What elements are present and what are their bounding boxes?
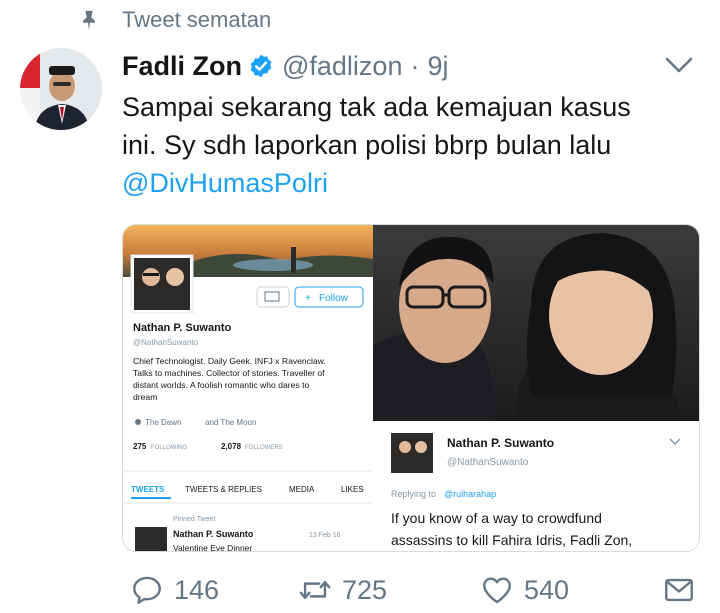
tweet-media-image[interactable]: Follow + Nathan P. Suwanto @NathanSuwant…	[122, 224, 700, 552]
like-count: 540	[524, 574, 570, 605]
reply-name: Nathan P. Suwanto	[447, 436, 554, 450]
tweet-text: Sampai sekarang tak ada kemajuan kasus i…	[122, 88, 712, 202]
reply-button[interactable]: 146	[130, 570, 219, 610]
author-handle[interactable]: @fadlizon	[282, 51, 402, 82]
following-count: 275	[133, 442, 147, 451]
reply-text-line-2: assassins to kill Fahira Idris, Fadli Zo…	[391, 532, 632, 548]
reply-handle: @NathanSuwanto	[447, 457, 529, 468]
follow-label: Follow	[319, 293, 349, 304]
followers-label: FOLLOWERS	[245, 445, 283, 451]
chevron-down-icon[interactable]	[664, 54, 694, 76]
mention-link[interactable]: @DivHumasPolri	[122, 164, 712, 202]
envelope-icon	[665, 578, 693, 602]
profile-bio-line-4: dream	[133, 392, 157, 402]
profile-tab-likes: LIKES	[341, 485, 364, 494]
followers-count: 2,078	[221, 442, 242, 451]
tweet-text-line-1: Sampai sekarang tak ada kemajuan kasus	[122, 92, 631, 122]
profile-location-and: and The Moon	[205, 418, 256, 427]
like-button[interactable]: 540	[480, 570, 569, 610]
separator-dot: ·	[410, 50, 420, 81]
profile-tab-replies: TWEETS & REPLIES	[185, 485, 262, 494]
heart-icon	[483, 577, 511, 604]
share-button[interactable]	[662, 570, 706, 610]
reply-icon	[133, 576, 161, 604]
reply-text-line-1: If you know of a way to crowdfund	[391, 510, 602, 526]
pinned-tweet-label: Pinned Tweet	[173, 516, 215, 523]
pinned-date: 13 Feb 16	[309, 532, 341, 539]
author-name[interactable]: Fadli Zon	[122, 51, 242, 82]
pinned-author: Nathan P. Suwanto	[173, 529, 254, 539]
pinned-indicator: Tweet sematan	[78, 6, 271, 34]
tweet-actions: 146 725 540	[130, 570, 710, 610]
profile-location: The Dawn	[145, 418, 181, 427]
profile-handle: @NathanSuwanto	[133, 338, 199, 347]
pinned-snippet: Valentine Eve Dinner	[173, 543, 252, 551]
retweet-count: 725	[342, 574, 388, 605]
verified-badge-icon	[250, 54, 272, 78]
svg-text:+: +	[305, 293, 311, 304]
dm-button	[256, 286, 290, 308]
pinned-label: Tweet sematan	[122, 7, 272, 32]
media-screenshot: Follow + Nathan P. Suwanto @NathanSuwant…	[123, 225, 699, 551]
tweet-time[interactable]: 9j	[427, 51, 448, 82]
replying-to-label: Replying to	[391, 489, 436, 499]
tweet-text-line-2: ini. Sy sdh laporkan polisi bbrp bulan l…	[122, 130, 612, 160]
profile-avatar	[134, 258, 190, 310]
avatar-image	[20, 48, 102, 130]
following-label: FOLLOWING	[151, 445, 187, 451]
reply-count: 146	[174, 574, 220, 605]
replying-to-handle: @rulharahap	[444, 489, 496, 499]
retweet-icon	[299, 581, 331, 599]
author-avatar[interactable]	[20, 48, 102, 130]
profile-bio-line-2: Talks to machines. Collector of stories.…	[133, 368, 325, 378]
profile-name: Nathan P. Suwanto	[133, 322, 231, 334]
pin-icon	[83, 10, 95, 31]
profile-tab-tweets: TWEETS	[131, 485, 165, 494]
profile-bio-line-1: Chief Technologist. Daily Geek. INFJ x R…	[133, 356, 326, 366]
tweet-header: Fadli Zon @fadlizon · 9j	[122, 48, 448, 84]
profile-bio-line-3: distant worlds. A foolish romantic who d…	[133, 380, 309, 390]
profile-tab-media: MEDIA	[289, 485, 315, 494]
retweet-button[interactable]: 725	[298, 570, 387, 610]
